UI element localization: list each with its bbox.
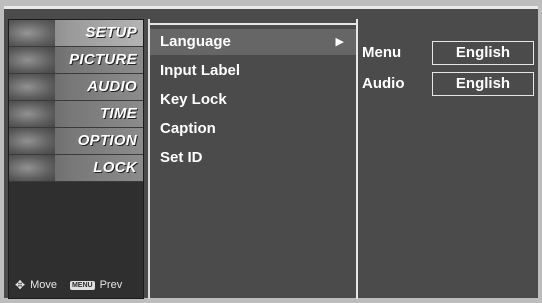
category-label: SETUP bbox=[85, 24, 137, 41]
move-arrows-icon: ✥ bbox=[15, 278, 26, 292]
menu-item-caption[interactable]: Caption bbox=[150, 116, 356, 142]
category-column: SETUP PICTURE AUDIO TIME OPTION LOCK ✥ M… bbox=[8, 19, 144, 299]
category-option[interactable]: OPTION bbox=[9, 128, 143, 155]
audio-language-label: Audio bbox=[362, 75, 405, 92]
menu-item-label: Key Lock bbox=[160, 91, 227, 108]
menu-item-label: Set ID bbox=[160, 149, 203, 166]
setup-menu-column: Language ▶ Input Label Key Lock Caption … bbox=[148, 19, 356, 299]
submenu-arrow-icon: ▶ bbox=[335, 36, 344, 48]
setup-thumbnail-icon bbox=[9, 20, 55, 46]
audio-thumbnail-icon bbox=[9, 74, 55, 100]
audio-language-row: Audio English bbox=[362, 72, 538, 98]
language-settings-column: Menu English Audio English bbox=[356, 19, 538, 299]
category-time[interactable]: TIME bbox=[9, 101, 143, 128]
time-thumbnail-icon bbox=[9, 101, 55, 127]
audio-language-select[interactable]: English bbox=[432, 72, 534, 96]
category-label: TIME bbox=[99, 105, 137, 122]
menu-item-key-lock[interactable]: Key Lock bbox=[150, 87, 356, 113]
picture-thumbnail-icon bbox=[9, 47, 55, 73]
option-thumbnail-icon bbox=[9, 128, 55, 154]
move-label: Move bbox=[30, 279, 57, 291]
menu-item-label: Input Label bbox=[160, 62, 240, 79]
menu-language-label: Menu bbox=[362, 44, 402, 61]
category-lock[interactable]: LOCK bbox=[9, 155, 143, 182]
category-list: SETUP PICTURE AUDIO TIME OPTION LOCK bbox=[9, 20, 143, 182]
category-setup[interactable]: SETUP bbox=[9, 20, 143, 47]
menu-divider bbox=[150, 23, 356, 25]
menu-item-label: Caption bbox=[160, 120, 216, 137]
category-label: AUDIO bbox=[87, 78, 137, 95]
category-audio[interactable]: AUDIO bbox=[9, 74, 143, 101]
menu-item-language[interactable]: Language ▶ bbox=[150, 29, 356, 55]
menu-key-icon: MENU bbox=[69, 280, 95, 290]
category-label: OPTION bbox=[77, 132, 137, 149]
prev-label: Prev bbox=[99, 279, 123, 291]
menu-item-set-id[interactable]: Set ID bbox=[150, 145, 356, 171]
menu-language-select[interactable]: English bbox=[432, 41, 534, 65]
lock-thumbnail-icon bbox=[9, 155, 55, 181]
navigation-hint: ✥ Move MENU Prev bbox=[9, 278, 145, 292]
category-picture[interactable]: PICTURE bbox=[9, 47, 143, 74]
category-label: PICTURE bbox=[69, 51, 137, 68]
category-label: LOCK bbox=[93, 159, 137, 176]
menu-item-label: Language bbox=[160, 33, 231, 50]
tv-osd-menu: SETUP PICTURE AUDIO TIME OPTION LOCK ✥ M… bbox=[4, 6, 538, 299]
menu-item-input-label[interactable]: Input Label bbox=[150, 58, 356, 84]
menu-language-row: Menu English bbox=[362, 41, 538, 67]
